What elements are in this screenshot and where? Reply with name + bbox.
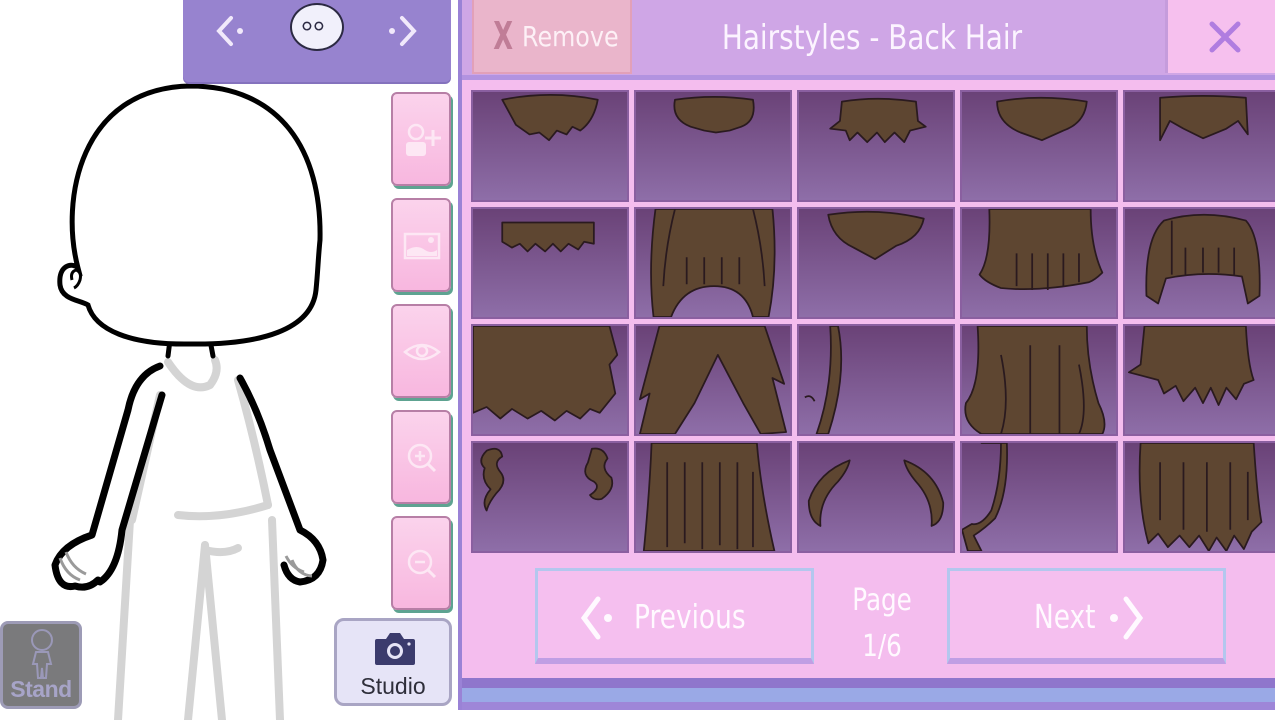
studio-label: Studio	[360, 673, 426, 699]
hairstyle-option-17[interactable]	[634, 441, 792, 553]
hairstyle-option-4[interactable]	[960, 90, 1118, 202]
standing-figure-icon	[31, 629, 53, 679]
chevron-left-icon	[580, 596, 612, 640]
page-number: 1/6	[862, 629, 902, 664]
panel-header: X Remove Hairstyles - Back Hair	[462, 0, 1275, 80]
hair-thumbnail-icon	[964, 326, 1106, 434]
hair-thumbnail-icon	[501, 94, 599, 142]
hairstyle-option-20[interactable]	[1123, 441, 1275, 553]
zoom-in-icon	[407, 443, 437, 473]
chevron-right-icon	[1110, 596, 1144, 640]
hair-thumbnail-icon	[827, 210, 925, 261]
hair-thumbnail-icon	[473, 326, 619, 422]
remove-x-icon: X	[493, 14, 514, 58]
page-indicator: Page 1/6	[829, 578, 936, 670]
add-person-icon	[406, 123, 441, 156]
hairstyle-option-10[interactable]	[1123, 207, 1275, 319]
hair-thumbnail-icon	[962, 443, 1008, 551]
chevron-right-icon[interactable]	[380, 14, 420, 48]
hairstyle-panel: X Remove Hairstyles - Back Hair Previous…	[458, 0, 1275, 710]
panel-footer	[462, 678, 1275, 710]
hair-thumbnail-icon	[804, 326, 843, 434]
hairstyle-option-3[interactable]	[797, 90, 955, 202]
hairstyle-option-7[interactable]	[634, 207, 792, 319]
hairstyle-option-9[interactable]	[960, 207, 1118, 319]
hairstyle-option-16[interactable]	[471, 441, 629, 553]
zoom-in-button[interactable]	[391, 410, 451, 504]
hairstyle-option-19[interactable]	[960, 441, 1118, 553]
hair-thumbnail-icon	[978, 209, 1104, 291]
hairstyle-option-2[interactable]	[634, 90, 792, 202]
hairstyle-option-13[interactable]	[797, 324, 955, 436]
hair-thumbnail-icon	[1128, 326, 1255, 406]
next-label: Next	[1034, 597, 1096, 636]
eye-icon	[403, 343, 441, 361]
hairstyle-grid	[471, 90, 1275, 558]
previous-page-button[interactable]: Previous	[535, 568, 814, 664]
camera-icon	[375, 633, 415, 665]
hairstyle-option-8[interactable]	[797, 207, 955, 319]
hairstyle-option-5[interactable]	[1123, 90, 1275, 202]
previous-label: Previous	[634, 597, 746, 636]
hair-thumbnail-icon	[642, 443, 776, 551]
hairstyle-option-14[interactable]	[960, 324, 1118, 436]
hairstyle-option-11[interactable]	[471, 324, 629, 436]
background-button[interactable]	[391, 198, 451, 292]
image-icon	[403, 232, 441, 260]
chevron-left-icon[interactable]	[215, 14, 255, 48]
zoom-out-icon	[407, 549, 437, 579]
panel-title: Hairstyles - Back Hair	[721, 18, 1023, 58]
hair-thumbnail-icon	[501, 221, 595, 253]
hair-thumbnail-icon	[1145, 213, 1261, 305]
hairstyle-option-15[interactable]	[1123, 324, 1275, 436]
page-label: Page	[852, 583, 912, 618]
hair-thumbnail-icon	[829, 97, 927, 144]
close-button[interactable]	[1165, 0, 1275, 73]
hair-thumbnail-icon	[996, 96, 1088, 142]
hairstyle-option-1[interactable]	[471, 90, 629, 202]
hair-thumbnail-icon	[1138, 443, 1263, 551]
hair-thumbnail-icon	[807, 459, 945, 527]
remove-button[interactable]: X Remove	[472, 0, 632, 74]
hair-thumbnail-icon	[673, 95, 755, 134]
character-selector	[183, 0, 451, 82]
remove-label: Remove	[522, 20, 619, 53]
hair-thumbnail-icon	[650, 209, 776, 317]
zoom-out-button[interactable]	[391, 516, 451, 610]
hair-thumbnail-icon	[639, 326, 787, 434]
close-icon	[1209, 21, 1241, 53]
hairstyle-option-12[interactable]	[634, 324, 792, 436]
character-preview-area: Studio Stand	[0, 0, 460, 720]
hairstyle-option-6[interactable]	[471, 207, 629, 319]
next-page-button[interactable]: Next	[947, 568, 1226, 664]
studio-button[interactable]: Studio	[334, 618, 452, 706]
stand-pose-button[interactable]: Stand	[0, 621, 82, 709]
character-face-icon[interactable]	[290, 3, 344, 51]
hair-thumbnail-icon	[480, 447, 614, 512]
hairstyle-option-18[interactable]	[797, 441, 955, 553]
add-character-button[interactable]	[391, 92, 451, 186]
toggle-visibility-button[interactable]	[391, 304, 451, 398]
hair-thumbnail-icon	[1159, 94, 1249, 142]
stand-label: Stand	[10, 676, 72, 702]
